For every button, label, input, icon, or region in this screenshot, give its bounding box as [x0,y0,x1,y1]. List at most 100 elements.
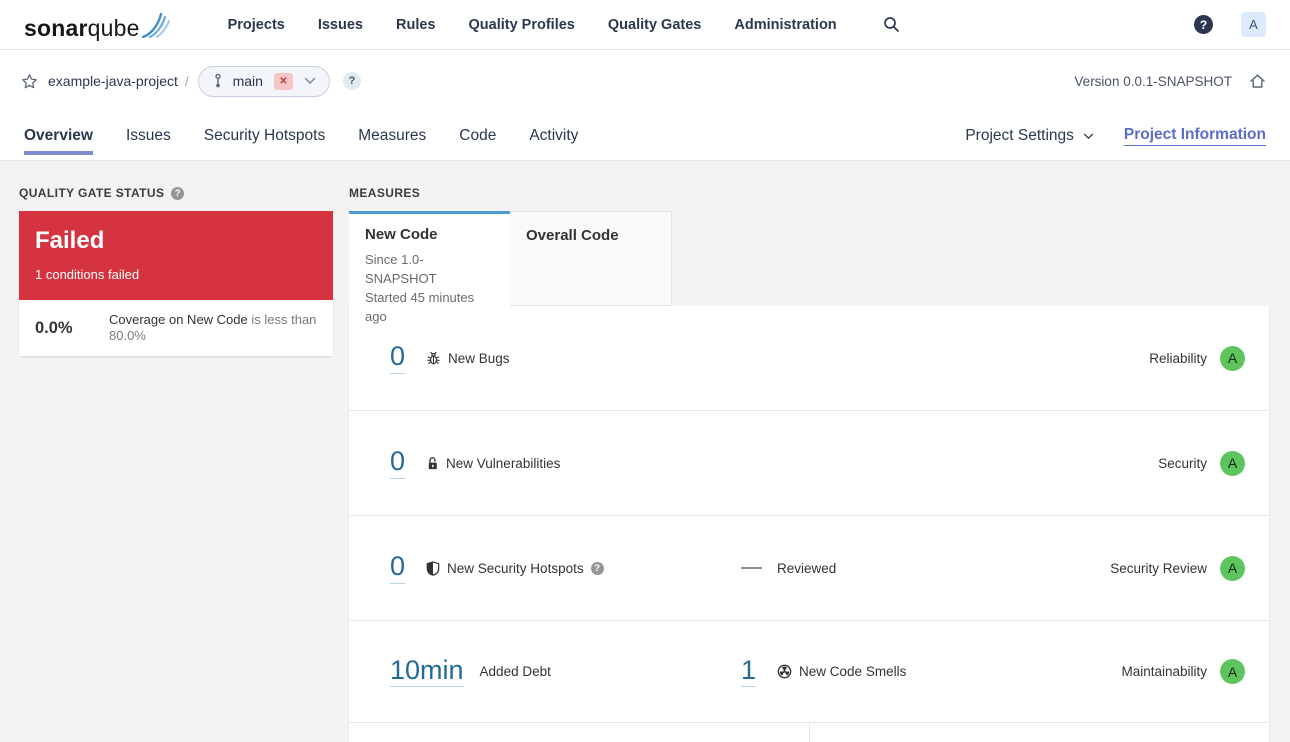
security-label: Security [1158,455,1207,471]
maintainability-label: Maintainability [1121,664,1207,679]
measures-panel: 0 New Bugs Reliability A 0 New Vulnerabi… [349,306,1269,742]
quality-gate-status: Failed [35,227,105,254]
new-code-since: Since 1.0-SNAPSHOT [365,252,437,286]
bug-icon [426,350,441,366]
reliability-label: Reliability [1149,350,1207,366]
condition-description: Coverage on New Code is less than 80.0% [109,312,317,345]
nav-quality-gates[interactable]: Quality Gates [608,17,701,33]
maintainability-rating-badge: A [1220,659,1245,684]
nav-issues[interactable]: Issues [318,17,363,33]
branch-icon [212,73,224,89]
measure-row-maintainability: 10min Added Debt 1 New Code Smells Maint… [349,621,1269,723]
maintainability-group: Maintainability A [1121,621,1245,722]
new-code-smells-group: 1 New Code Smells [741,621,906,722]
project-tabs: Overview Issues Security Hotspots Measur… [0,112,1290,160]
chevron-down-icon [304,77,316,85]
quality-gate-title-text: QUALITY GATE STATUS [19,186,165,200]
search-icon[interactable] [883,16,900,33]
breadcrumb: example-java-project / main ✕ ? Version … [0,50,1290,112]
reliability-rating-badge: A [1220,345,1245,371]
new-security-hotspots-group: 0 New Security Hotspots ? [390,516,604,620]
new-vulnerabilities-count[interactable]: 0 [390,447,406,479]
quality-gate-help-icon[interactable]: ? [171,186,185,200]
favorite-star-icon[interactable] [21,73,38,90]
tab-overview[interactable]: Overview [24,112,93,160]
new-bugs-count[interactable]: 0 [390,342,406,374]
project-information-link[interactable]: Project Information [1123,126,1266,146]
branch-failed-badge[interactable]: ✕ [273,72,293,90]
added-debt-group: 10min Added Debt [390,621,551,722]
measures-title: MEASURES [349,183,1269,203]
nav-projects[interactable]: Projects [228,17,285,33]
quality-gate-card: Failed 1 conditions failed 0.0% Coverage… [19,211,333,356]
code-smell-icon [777,664,792,679]
security-review-group: Security Review A [1110,516,1245,620]
tab-code[interactable]: Code [459,112,496,160]
reliability-group: Reliability A [1149,306,1245,410]
sonarqube-logo[interactable]: sonarqube [24,10,172,40]
avatar[interactable]: A [1241,12,1266,37]
breadcrumb-right-group: Version 0.0.1-SNAPSHOT [1074,73,1266,89]
new-security-hotspots-count[interactable]: 0 [390,552,406,584]
project-settings-label: Project Settings [965,127,1074,144]
lock-icon [426,456,439,471]
reviewed-group: Reviewed [741,516,836,620]
measure-row-new-vulnerabilities: 0 New Vulnerabilities Security A [349,411,1269,516]
quality-gate-status-banner: Failed 1 conditions failed [19,211,333,300]
tab-activity[interactable]: Activity [529,112,578,160]
reviewed-dash [741,567,762,569]
new-code-tab-label: New Code [365,226,438,243]
main-nav-links: Projects Issues Rules Quality Profiles Q… [228,17,837,33]
tabs-right-group: Project Settings Project Information [965,112,1266,160]
branch-help-icon[interactable]: ? [342,72,361,90]
security-review-label: Security Review [1110,560,1207,576]
project-version: Version 0.0.1-SNAPSHOT [1074,73,1232,89]
reviewed-label: Reviewed [777,560,837,576]
added-debt-label: Added Debt [479,664,551,679]
project-header: example-java-project / main ✕ ? Version … [0,50,1290,161]
new-code-smells-label: New Code Smells [799,664,907,679]
tab-security-hotspots[interactable]: Security Hotspots [204,112,325,160]
measures-tabs: New Code Since 1.0-SNAPSHOT Started 45 m… [349,211,1269,324]
nav-rules[interactable]: Rules [396,17,436,33]
chevron-down-icon [1083,133,1093,139]
new-bugs-label: New Bugs [448,350,510,366]
security-review-rating-badge: A [1220,555,1245,581]
overview-content: QUALITY GATE STATUS ? Failed 1 condition… [0,161,1290,742]
topbar-right-group: ? A [1194,12,1266,37]
breadcrumb-project-name[interactable]: example-java-project [48,73,178,89]
measures-section: MEASURES New Code Since 1.0-SNAPSHOT Sta… [349,183,1269,742]
nav-administration[interactable]: Administration [734,17,836,33]
help-icon[interactable]: ? [1194,15,1213,34]
partial-cell-left [349,723,810,742]
new-code-smells-count[interactable]: 1 [741,655,757,688]
overall-code-tab-label: Overall Code [526,227,619,244]
measures-title-text: MEASURES [349,186,421,200]
quality-gate-conditions-summary: 1 conditions failed [35,267,140,283]
security-hotspots-help-icon[interactable]: ? [590,561,604,575]
tab-new-code[interactable]: New Code Since 1.0-SNAPSHOT Started 45 m… [349,211,510,324]
branch-name: main [232,73,263,89]
tab-issues[interactable]: Issues [126,112,171,160]
new-bugs-group: 0 New Bugs [390,306,510,410]
security-group: Security A [1158,411,1245,515]
logo-swoosh-icon [141,10,172,38]
security-rating-badge: A [1220,450,1245,476]
shield-icon [426,560,440,576]
added-debt-value[interactable]: 10min [390,655,464,688]
home-icon[interactable] [1249,73,1266,89]
breadcrumb-separator: / [184,73,189,89]
tab-overall-code[interactable]: Overall Code [510,211,672,306]
tab-measures[interactable]: Measures [358,112,426,160]
top-navigation-bar: sonarqube Projects Issues Rules Quality … [0,0,1290,50]
nav-quality-profiles[interactable]: Quality Profiles [469,17,575,33]
new-vulnerabilities-group: 0 New Vulnerabilities [390,411,560,515]
quality-gate-section: QUALITY GATE STATUS ? Failed 1 condition… [19,183,333,356]
measure-row-partial [349,723,1269,742]
partial-cell-right [809,723,1269,742]
condition-value: 0.0% [35,318,73,337]
branch-selector[interactable]: main ✕ [197,65,330,97]
project-settings-menu[interactable]: Project Settings [965,127,1094,145]
quality-gate-condition-row[interactable]: 0.0% Coverage on New Code is less than 8… [19,300,333,356]
logo-text: sonarqube [24,14,140,41]
